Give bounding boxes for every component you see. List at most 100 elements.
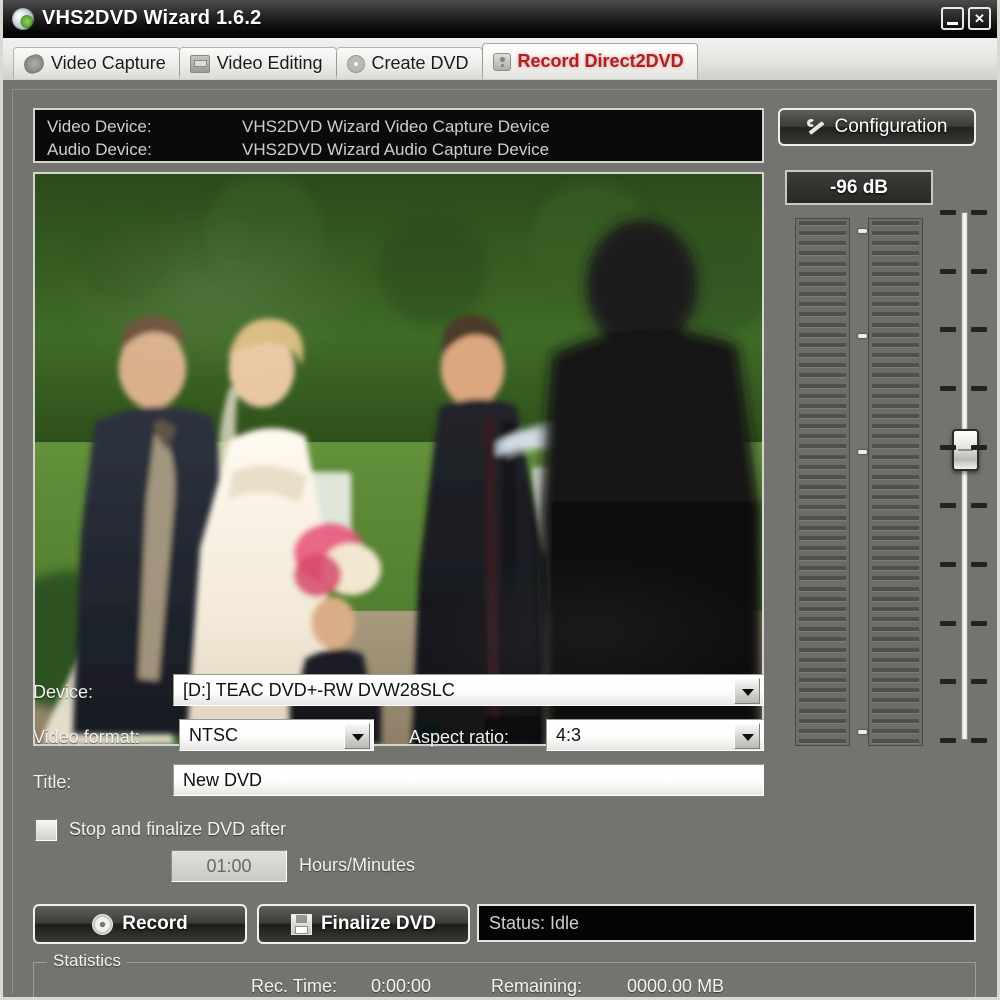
vu-segment (872, 606, 919, 611)
vu-segment (799, 546, 846, 550)
vu-segment (799, 566, 846, 571)
tab-label: Video Editing (216, 53, 323, 73)
vu-segment (872, 586, 919, 591)
vu-segment (799, 454, 846, 459)
vu-segment (799, 302, 846, 307)
video-preview[interactable] (33, 172, 764, 746)
slider-tick (940, 268, 956, 274)
vu-segment (799, 678, 846, 683)
vu-segment (872, 221, 919, 225)
vu-segment (799, 393, 846, 398)
vu-segment (872, 373, 919, 378)
slider-tick (940, 327, 956, 333)
vu-segment (799, 363, 846, 368)
vu-segment (799, 474, 846, 479)
slider-tick (971, 620, 987, 626)
duration-input[interactable]: 01:00 (171, 850, 287, 882)
vu-segment (872, 403, 919, 408)
status-bar: Status: Idle (477, 904, 976, 942)
device-select[interactable]: [D:] TEAC DVD+-RW DVW28SLC (173, 674, 764, 706)
finalize-dvd-button[interactable]: Finalize DVD (257, 904, 470, 944)
slider-tick (940, 503, 956, 509)
vu-segment (872, 708, 919, 713)
vu-segment (799, 606, 846, 611)
vu-segment (799, 241, 846, 246)
vu-segment (872, 485, 919, 490)
video-tape-icon (189, 54, 210, 73)
vu-segment (872, 515, 919, 520)
slider-tick (971, 679, 987, 685)
volume-slider[interactable] (938, 202, 997, 750)
vu-scale-mark (858, 228, 867, 233)
vu-segment (799, 424, 846, 429)
rec-time-label: Rec. Time: (251, 976, 338, 996)
device-label: Device: (33, 682, 94, 702)
vu-segment (872, 688, 919, 693)
vu-segment (872, 424, 919, 429)
vu-segment (872, 302, 919, 307)
minimize-button[interactable] (941, 7, 964, 30)
device-select-value: [D:] TEAC DVD+-RW DVW28SLC (183, 680, 455, 700)
record-button[interactable]: Record (33, 904, 247, 944)
vu-segment (872, 596, 919, 601)
vu-segment (872, 556, 919, 561)
preview-frame (35, 174, 762, 744)
stop-finalize-checkbox[interactable] (35, 819, 57, 841)
tab-video-capture[interactable]: Video Capture (13, 47, 180, 79)
tab-record-direct2dvd[interactable]: Record Direct2DVD (481, 43, 698, 79)
slider-tick (971, 386, 987, 391)
window-title: VHS2DVD Wizard 1.6.2 (42, 7, 262, 29)
video-format-select[interactable]: NTSC (179, 719, 374, 751)
slider-tick (940, 210, 956, 215)
audio-device-value: VHS2DVD Wizard Audio Capture Device (242, 140, 550, 159)
vu-segment (872, 292, 919, 297)
vu-segment (799, 586, 846, 591)
slider-tick (971, 327, 987, 333)
vu-segment (872, 576, 919, 581)
aspect-ratio-select[interactable]: 4:3 (546, 719, 764, 751)
slider-track[interactable] (961, 212, 968, 740)
tab-create-dvd[interactable]: Create DVD (335, 47, 483, 79)
vu-segment (799, 596, 846, 601)
title-input[interactable]: New DVD (173, 764, 764, 796)
vu-segment (799, 637, 846, 642)
slider-tick (971, 562, 987, 567)
vu-segment (799, 322, 846, 327)
close-button[interactable]: ✕ (968, 7, 991, 30)
vu-segment (872, 231, 919, 236)
vu-segment (799, 221, 846, 225)
close-icon: ✕ (974, 11, 985, 26)
globe-icon (12, 8, 34, 30)
vu-segment (799, 576, 846, 581)
configuration-button[interactable]: Configuration (778, 108, 976, 146)
chevron-down-icon[interactable] (734, 678, 760, 704)
vu-segment (872, 678, 919, 683)
vu-segment (799, 728, 846, 733)
vu-segment (872, 657, 919, 662)
tab-video-editing[interactable]: Video Editing (178, 47, 337, 79)
vu-segment (872, 566, 919, 571)
aspect-ratio-value: 4:3 (556, 725, 582, 745)
vu-segment (799, 485, 846, 490)
rec-time-value: 0:00:00 (371, 976, 432, 996)
vu-segment (799, 271, 846, 276)
vu-segment (799, 535, 846, 540)
title-input-value: New DVD (183, 770, 263, 790)
vu-segment (872, 363, 919, 368)
chevron-down-icon[interactable] (344, 723, 370, 749)
chevron-down-icon[interactable] (734, 723, 760, 749)
vu-segment (872, 281, 919, 286)
recorder-icon (492, 52, 511, 71)
vu-segment (872, 241, 919, 246)
vu-segment (799, 667, 846, 672)
vu-scale-mark (858, 450, 867, 455)
vu-segment (799, 261, 846, 266)
vu-segment (872, 495, 919, 500)
vu-segment (799, 738, 846, 743)
vu-segment (872, 505, 919, 510)
vu-segment (872, 444, 919, 449)
vu-segment (872, 474, 919, 479)
vu-segment (799, 515, 846, 520)
vu-segment (872, 353, 919, 358)
vu-segment (872, 312, 919, 317)
